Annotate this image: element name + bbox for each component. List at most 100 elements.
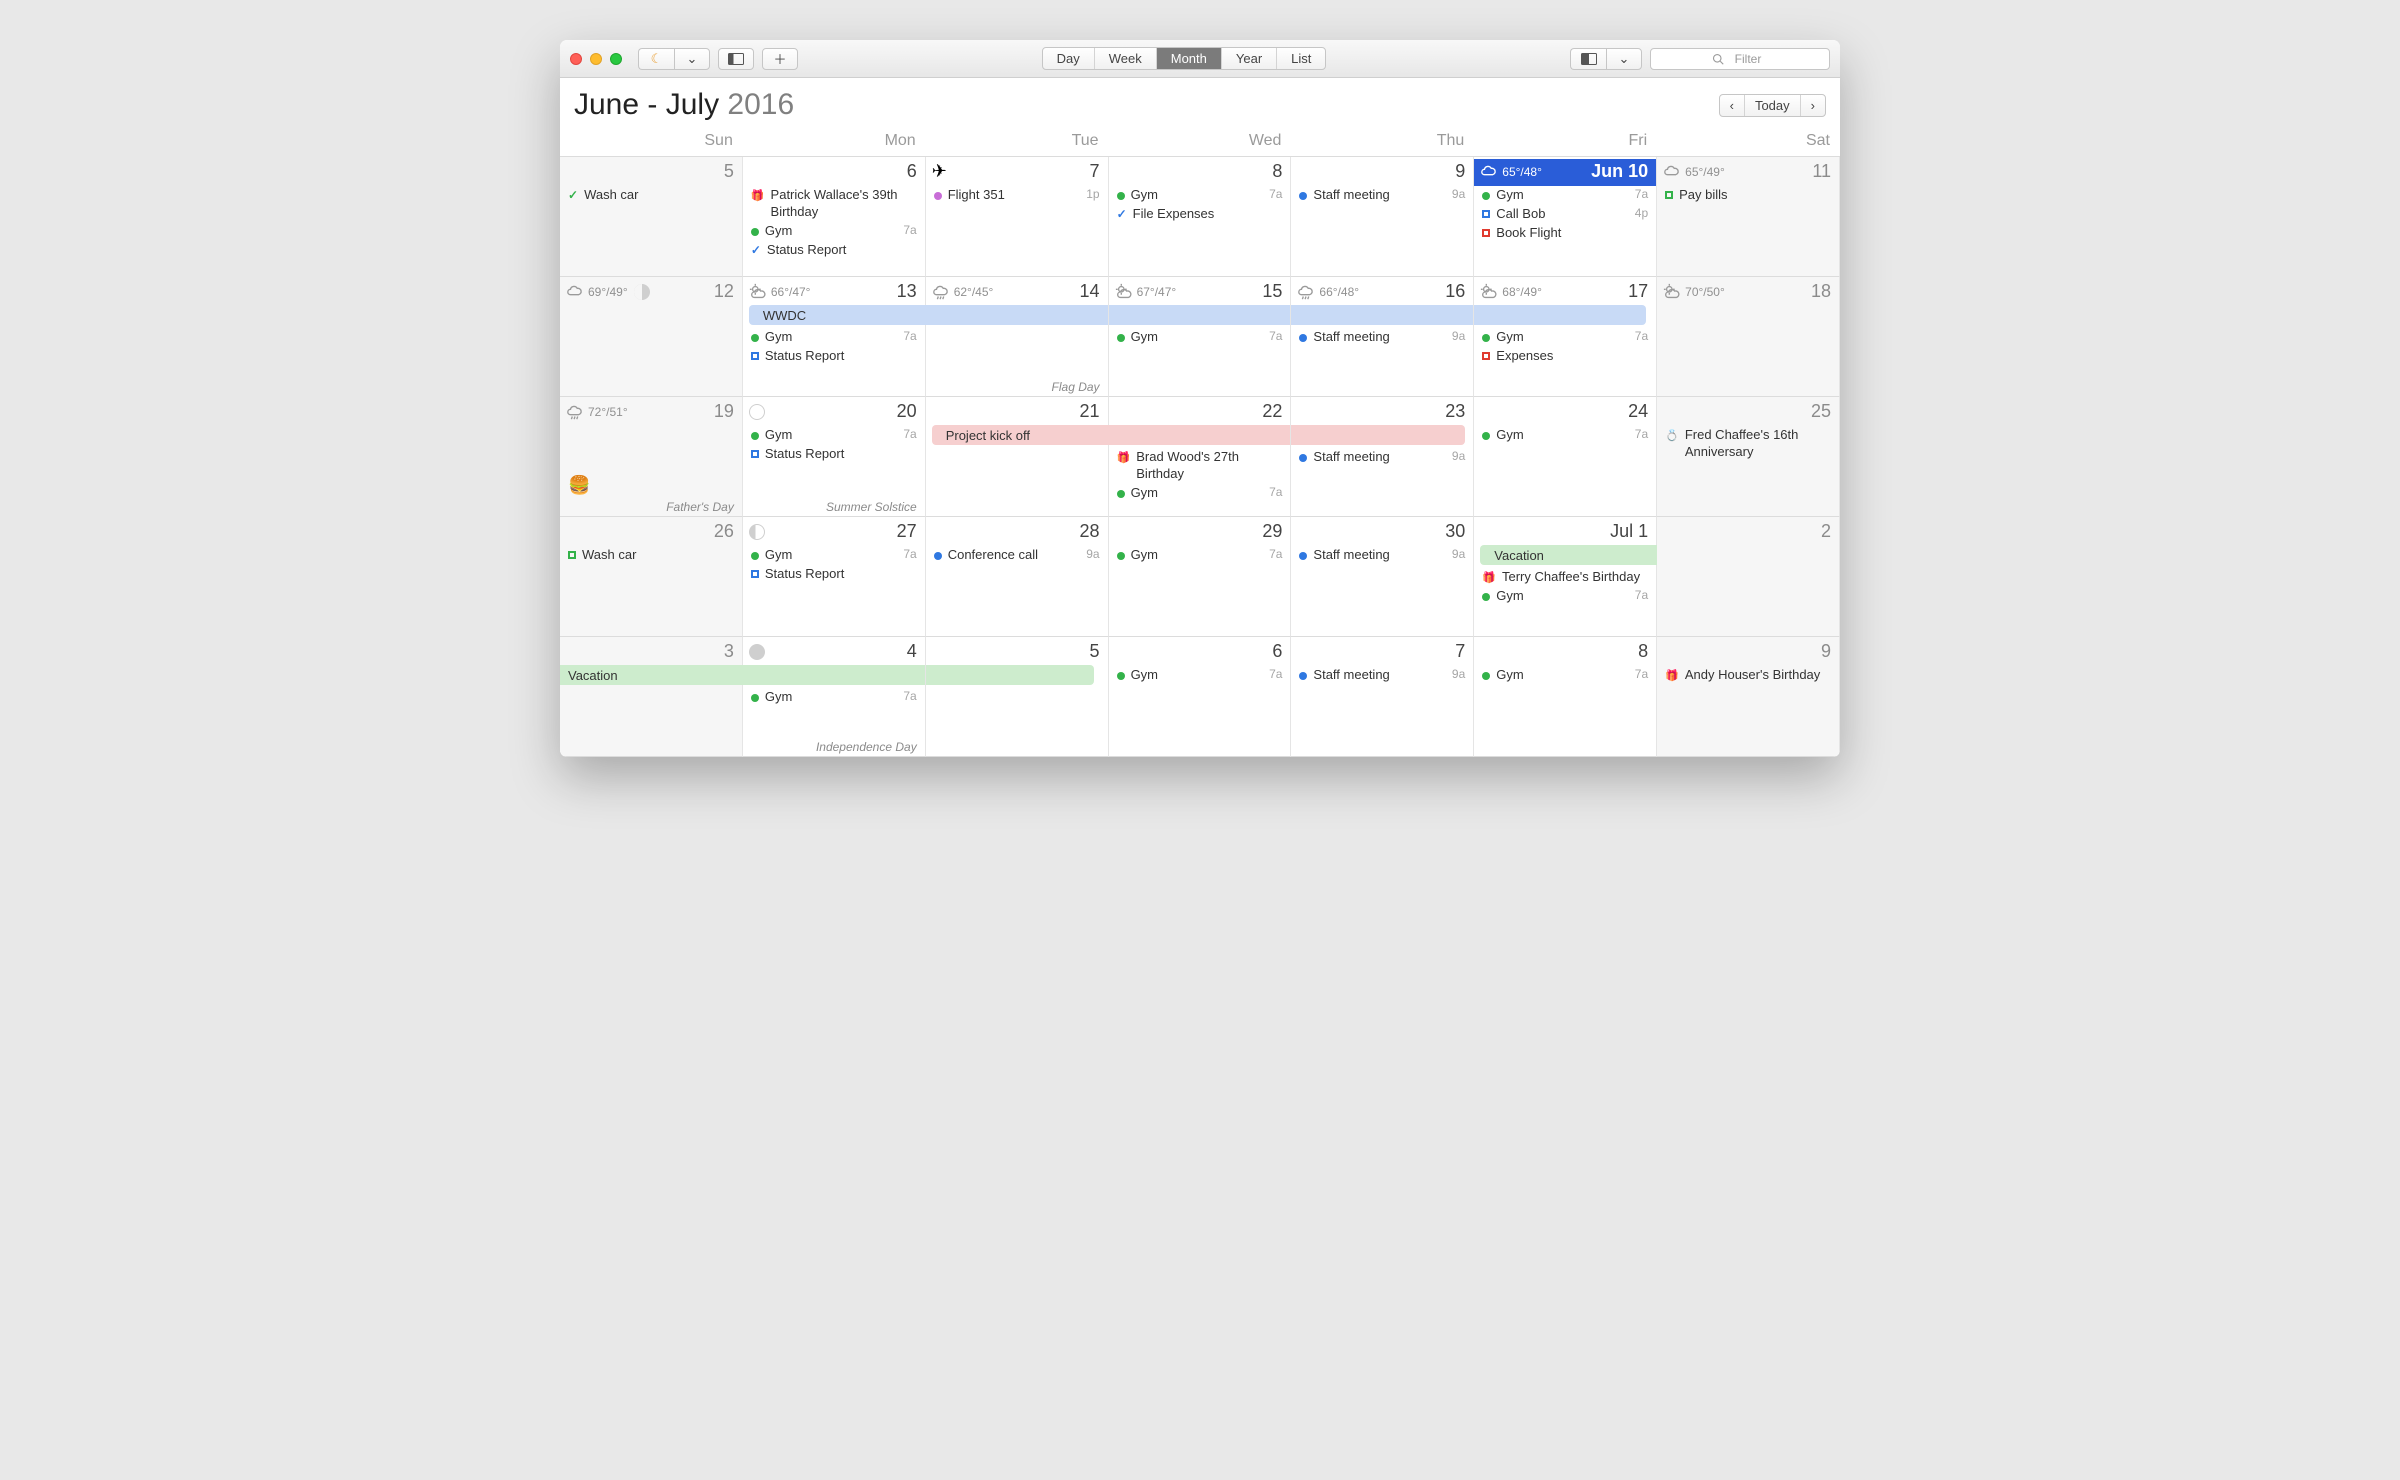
- event-item[interactable]: Wash car: [560, 186, 742, 205]
- day-cell[interactable]: 69°/49°12: [560, 277, 743, 397]
- event-item[interactable]: Staff meeting9a: [1291, 328, 1473, 347]
- dot-icon: [1117, 552, 1125, 560]
- event-item[interactable]: Pay bills: [1657, 186, 1839, 205]
- event-item[interactable]: Conference call9a: [926, 546, 1108, 565]
- view-list[interactable]: List: [1277, 48, 1325, 69]
- event-item[interactable]: Terry Chaffee's Birth­day: [1474, 568, 1656, 587]
- view-year[interactable]: Year: [1222, 48, 1277, 69]
- event-item[interactable]: Wash car: [560, 546, 742, 565]
- event-item[interactable]: Andy Houser's Birthday: [1657, 666, 1839, 685]
- day-cell[interactable]: 7 Staff meeting9a: [1291, 637, 1474, 757]
- sq-icon: [751, 570, 759, 578]
- filter-input[interactable]: [1728, 52, 1768, 66]
- event-item[interactable]: Gym7a: [1474, 587, 1656, 606]
- event-item[interactable]: Patrick Wallace's 39th Birthday: [743, 186, 925, 222]
- view-month[interactable]: Month: [1157, 48, 1222, 69]
- close-icon[interactable]: [570, 53, 582, 65]
- day-cell[interactable]: 4Gym7aIndependence Day: [743, 637, 926, 757]
- day-cell[interactable]: 65°/49°11Pay bills: [1657, 157, 1840, 277]
- day-cell[interactable]: 8Gym7aFile Expenses: [1109, 157, 1292, 277]
- event-item[interactable]: Gym7a: [1109, 666, 1291, 685]
- day-cell[interactable]: 9Staff meeting9a: [1291, 157, 1474, 277]
- event-item[interactable]: Brad Wood's 27th Birthday: [1109, 448, 1291, 484]
- next-month-button[interactable]: ›: [1801, 95, 1825, 116]
- prev-month-button[interactable]: ‹: [1720, 95, 1745, 116]
- day-cell[interactable]: 62°/45°14Flag Day: [926, 277, 1109, 397]
- day-cell[interactable]: 20Gym7aStatus ReportSummer Solstice: [743, 397, 926, 517]
- event-item[interactable]: Gym7a: [1474, 186, 1656, 205]
- day-cell[interactable]: 28Conference call9a: [926, 517, 1109, 637]
- event-label: Gym: [1496, 667, 1629, 684]
- day-cell[interactable]: 29Gym7a: [1109, 517, 1292, 637]
- dnd-dropdown-button[interactable]: ⌄: [674, 48, 710, 70]
- day-cell[interactable]: 66°/47°13WWDCGym7aStatus Report: [743, 277, 926, 397]
- day-cell[interactable]: 8Gym7a: [1474, 637, 1657, 757]
- day-cell[interactable]: 72°/51°19Father's Day: [560, 397, 743, 517]
- toggle-sidebar-button[interactable]: [718, 48, 754, 70]
- day-cell[interactable]: 5Wash car: [560, 157, 743, 277]
- day-cell[interactable]: 68°/49°17Gym7aExpenses: [1474, 277, 1657, 397]
- event-item[interactable]: Status Report: [743, 241, 925, 260]
- day-cell[interactable]: 25Fred Chaffee's 16th Anniversary: [1657, 397, 1840, 517]
- day-cell[interactable]: 22Brad Wood's 27th BirthdayGym7a: [1109, 397, 1292, 517]
- view-week[interactable]: Week: [1095, 48, 1157, 69]
- minimize-icon[interactable]: [590, 53, 602, 65]
- filter-field[interactable]: [1650, 48, 1830, 70]
- appearance-dropdown-button[interactable]: ⌄: [1606, 48, 1642, 70]
- event-item[interactable]: Gym7a: [743, 546, 925, 565]
- day-number: 7: [1455, 641, 1465, 662]
- event-item[interactable]: Staff meeting9a: [1291, 666, 1473, 685]
- add-event-button[interactable]: ＋: [762, 48, 798, 70]
- event-item[interactable]: Gym7a: [1109, 328, 1291, 347]
- day-cell[interactable]: 30Staff meeting9a: [1291, 517, 1474, 637]
- do-not-disturb-button[interactable]: ☾: [638, 48, 674, 70]
- day-cell[interactable]: 21Project kick off: [926, 397, 1109, 517]
- event-item[interactable]: Call Bob4p: [1474, 205, 1656, 224]
- event-item[interactable]: Staff meeting9a: [1291, 186, 1473, 205]
- event-label: Expenses: [1496, 348, 1648, 365]
- day-cell[interactable]: 66°/48°16Staff meeting9a: [1291, 277, 1474, 397]
- event-item[interactable]: Status Report: [743, 347, 925, 366]
- event-item[interactable]: Gym7a: [743, 688, 925, 707]
- day-cell[interactable]: 9Andy Houser's Birthday: [1657, 637, 1840, 757]
- event-item[interactable]: Gym7a: [1109, 546, 1291, 565]
- event-item[interactable]: Gym7a: [1474, 426, 1656, 445]
- event-item[interactable]: Gym7a: [1474, 328, 1656, 347]
- dot-icon: [751, 432, 759, 440]
- day-cell[interactable]: 65°/48°Jun 10Gym7aCall Bob4pBook Flight: [1474, 157, 1657, 277]
- day-cell[interactable]: 27Gym7aStatus Report: [743, 517, 926, 637]
- day-cell[interactable]: 24Gym7a: [1474, 397, 1657, 517]
- dot-icon: [1482, 432, 1490, 440]
- event-item[interactable]: Staff meeting9a: [1291, 448, 1473, 467]
- event-item[interactable]: Gym7a: [1109, 484, 1291, 503]
- event-item[interactable]: Gym7a: [1109, 186, 1291, 205]
- event-item[interactable]: Gym7a: [743, 328, 925, 347]
- event-item[interactable]: File Expenses: [1109, 205, 1291, 224]
- event-item[interactable]: Gym7a: [1474, 666, 1656, 685]
- maximize-icon[interactable]: [610, 53, 622, 65]
- day-cell[interactable]: 6Gym7a: [1109, 637, 1292, 757]
- event-item[interactable]: Status Report: [743, 565, 925, 584]
- day-cell[interactable]: 70°/50°18: [1657, 277, 1840, 397]
- view-day[interactable]: Day: [1043, 48, 1095, 69]
- day-cell[interactable]: 67°/47°15Gym7a: [1109, 277, 1292, 397]
- event-item[interactable]: Fred Chaffee's 16th Anniversary: [1657, 426, 1839, 462]
- day-cell[interactable]: 26Wash car: [560, 517, 743, 637]
- event-item[interactable]: Staff meeting9a: [1291, 546, 1473, 565]
- day-cell[interactable]: 23Staff meeting9a: [1291, 397, 1474, 517]
- day-cell[interactable]: 7Flight 3511p: [926, 157, 1109, 277]
- day-cell[interactable]: Jul 1VacationTerry Chaffee's Birth­dayGy…: [1474, 517, 1657, 637]
- today-button[interactable]: Today: [1745, 95, 1801, 116]
- event-item[interactable]: Flight 3511p: [926, 186, 1108, 205]
- appearance-button[interactable]: [1570, 48, 1606, 70]
- event-item[interactable]: Expenses: [1474, 347, 1656, 366]
- day-cell[interactable]: 5: [926, 637, 1109, 757]
- event-item[interactable]: Gym7a: [743, 426, 925, 445]
- event-item[interactable]: Book Flight: [1474, 224, 1656, 243]
- event-label: Gym: [1496, 588, 1629, 605]
- day-cell[interactable]: 2: [1657, 517, 1840, 637]
- event-item[interactable]: Status Report: [743, 445, 925, 464]
- day-cell[interactable]: 3Vacation: [560, 637, 743, 757]
- day-cell[interactable]: 6Patrick Wallace's 39th BirthdayGym7aSta…: [743, 157, 926, 277]
- event-item[interactable]: Gym7a: [743, 222, 925, 241]
